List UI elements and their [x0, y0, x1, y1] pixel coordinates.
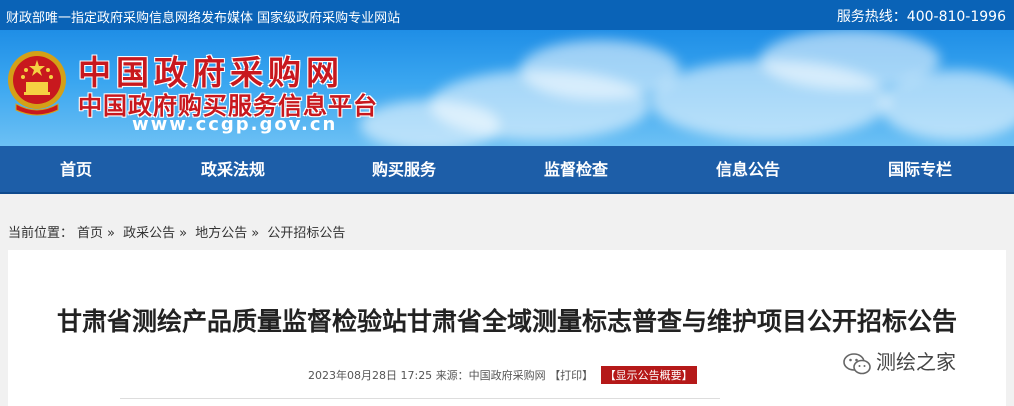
- breadcrumb-separator: »: [107, 226, 115, 241]
- service-hotline: 服务热线：400-810-1996: [836, 9, 1006, 25]
- nav-item-regulations[interactable]: 政采法规: [163, 146, 303, 194]
- breadcrumb-home[interactable]: 首页: [77, 226, 103, 241]
- top-bar: 财政部唯一指定政府采购信息网络发布媒体 国家级政府采购专业网站 服务热线：400…: [0, 0, 1014, 30]
- breadcrumb-local-notices[interactable]: 地方公告: [195, 226, 247, 241]
- print-link[interactable]: 【打印】: [549, 369, 593, 382]
- breadcrumb: 当前位置： 首页 » 政采公告 » 地方公告 » 公开招标公告: [8, 222, 349, 241]
- divider: [120, 398, 720, 399]
- breadcrumb-separator: »: [179, 226, 188, 241]
- publish-date: 2023年08月28日 17:25: [308, 369, 433, 382]
- breadcrumb-procurement-notices[interactable]: 政采公告: [123, 226, 175, 241]
- article-meta: 2023年08月28日 17:25 来源：中国政府采购网 【打印】 【显示公告概…: [308, 366, 697, 384]
- nav-item-announcements[interactable]: 信息公告: [678, 146, 818, 194]
- page-title: 甘肃省测绘产品质量监督检验站甘肃省全域测量标志普查与维护项目公开招标公告: [56, 307, 957, 336]
- show-summary-button[interactable]: 【显示公告概要】: [600, 366, 697, 384]
- article-source: 来源：中国政府采购网: [435, 369, 546, 382]
- site-url: www.ccgp.gov.cn: [132, 114, 338, 135]
- site-tagline: 财政部唯一指定政府采购信息网络发布媒体 国家级政府采购专业网站: [6, 11, 401, 26]
- breadcrumb-separator: »: [251, 226, 260, 241]
- nav-item-home[interactable]: 首页: [6, 146, 146, 194]
- main-nav: 首页 政采法规 购买服务 监督检查 信息公告 国际专栏: [0, 146, 1014, 194]
- nav-item-purchase-services[interactable]: 购买服务: [334, 146, 474, 194]
- national-emblem-icon: [8, 51, 66, 116]
- watermark-text: 测绘之家: [876, 350, 956, 374]
- breadcrumb-prefix: 当前位置：: [8, 226, 74, 241]
- nav-item-supervision[interactable]: 监督检查: [506, 146, 646, 194]
- watermark: 测绘之家: [842, 346, 956, 376]
- article-card: 甘肃省测绘产品质量监督检验站甘肃省全域测量标志普查与维护项目公开招标公告 202…: [8, 250, 1006, 406]
- breadcrumb-open-tender[interactable]: 公开招标公告: [267, 226, 345, 241]
- header-banner: 中国政府采购网 中国政府购买服务信息平台 www.ccgp.gov.cn: [0, 30, 1014, 146]
- wechat-icon: [843, 352, 871, 374]
- nav-item-international[interactable]: 国际专栏: [850, 146, 990, 194]
